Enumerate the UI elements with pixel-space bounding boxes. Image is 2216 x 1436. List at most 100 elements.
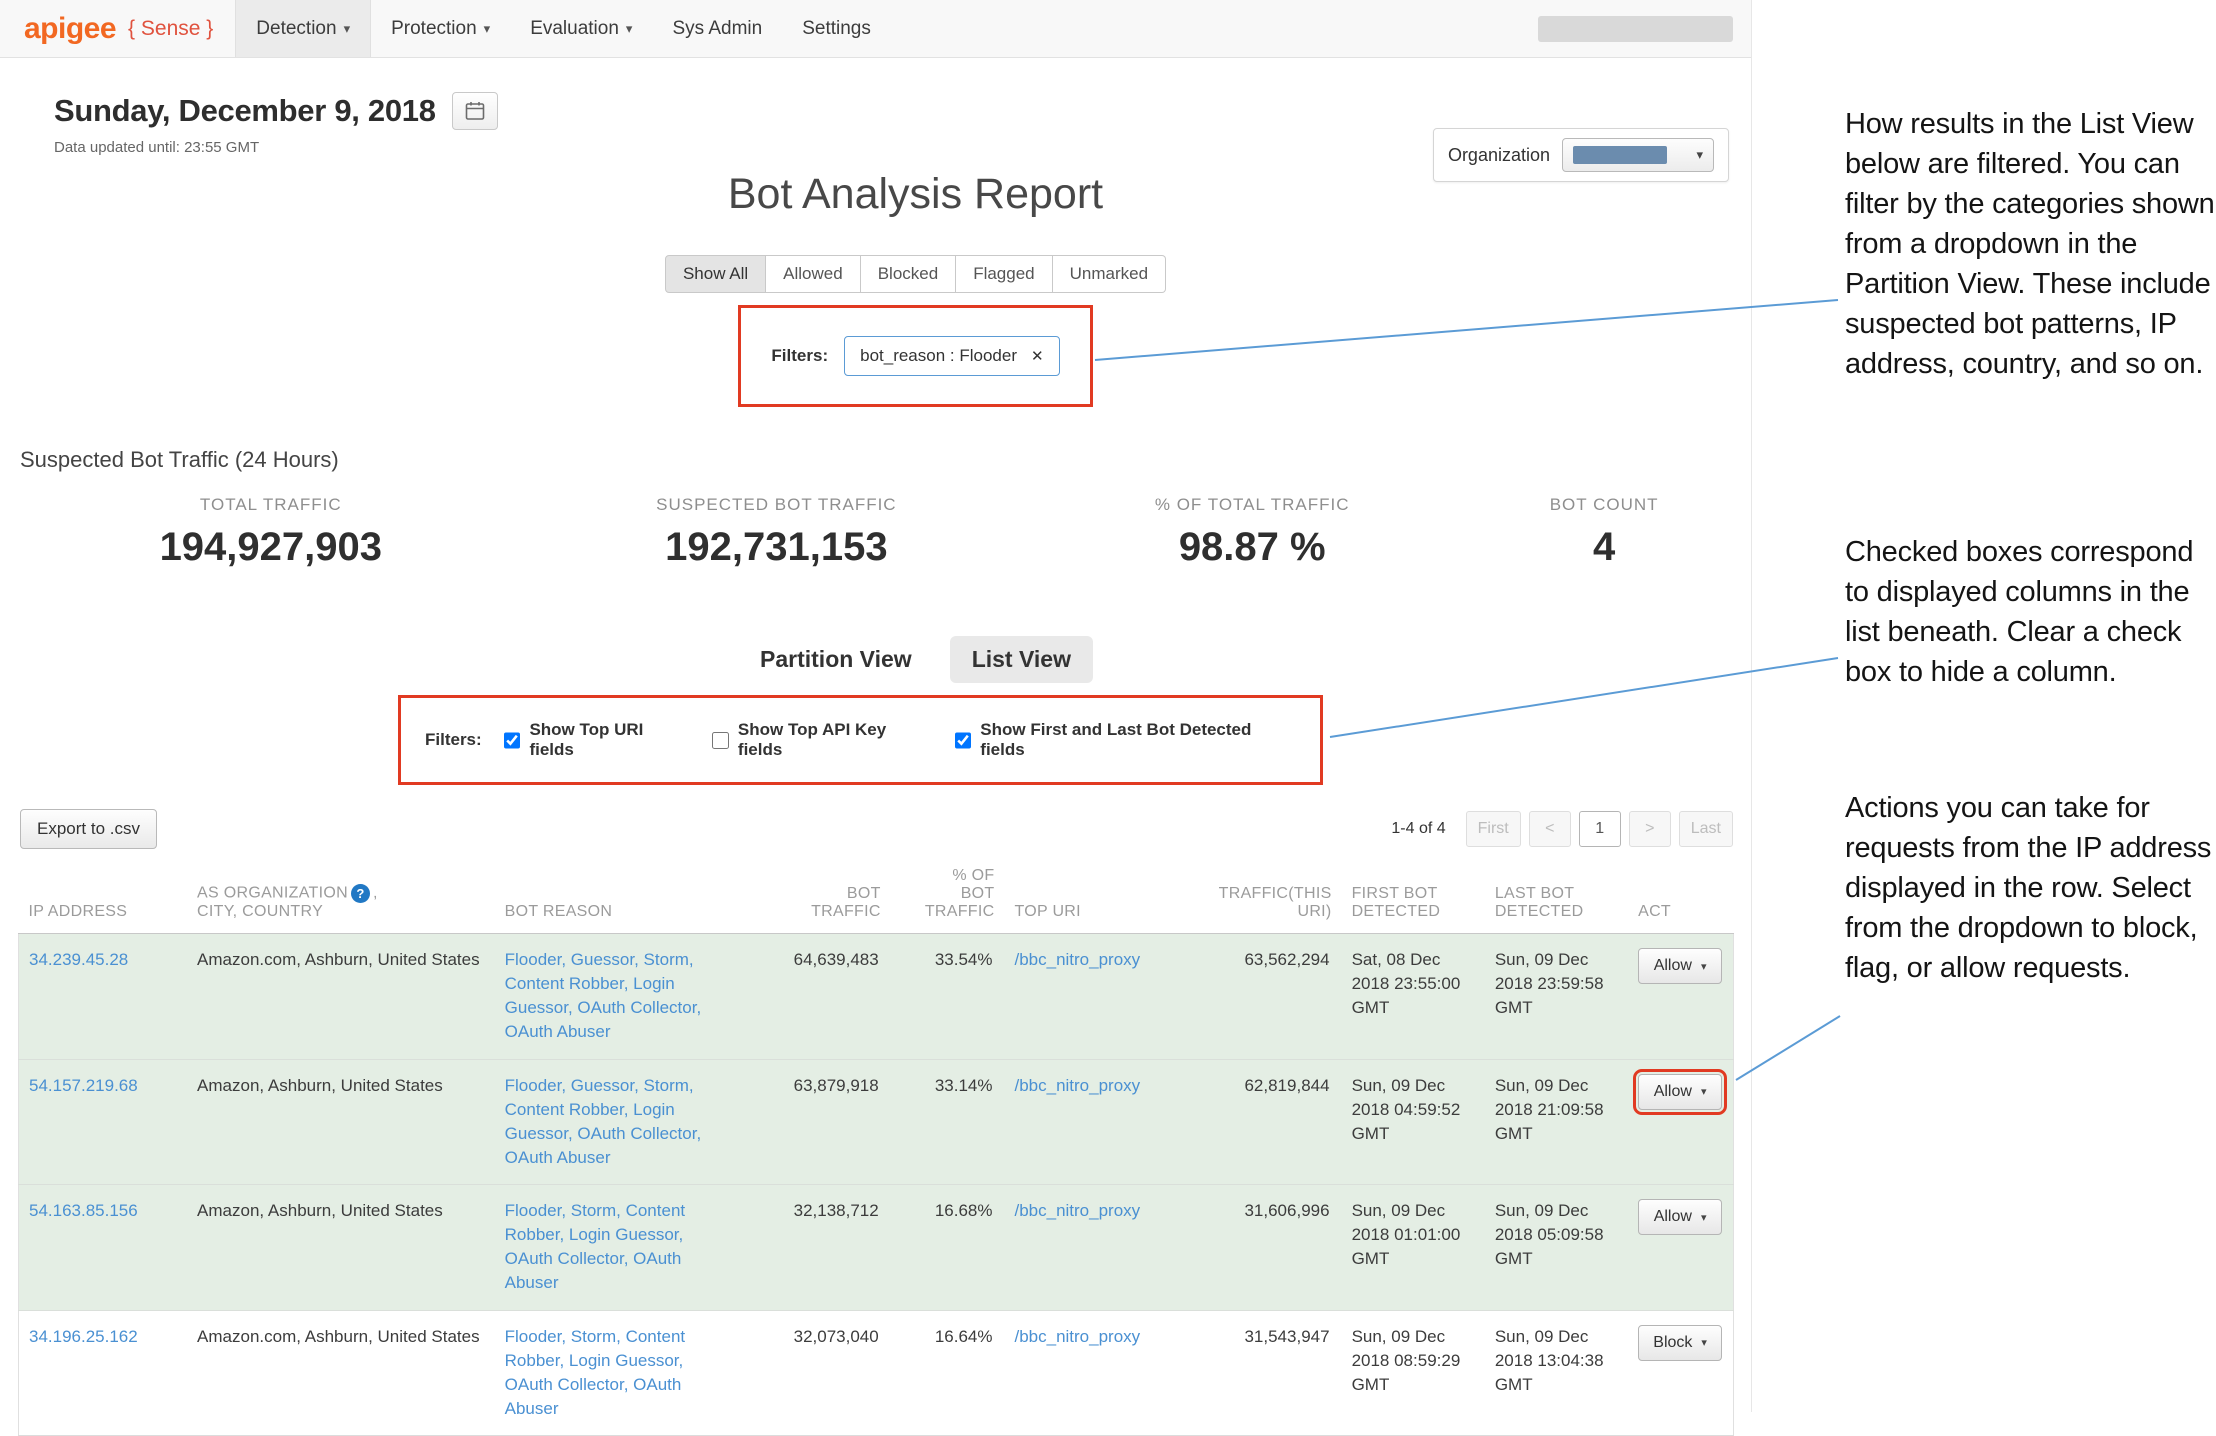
calendar-button[interactable] [452, 92, 498, 130]
filter-tag-bot-reason: bot_reason : Flooder ✕ [844, 336, 1059, 376]
last-detected-cell: Sun, 09 Dec 2018 13:04:38 GMT [1485, 1310, 1628, 1436]
bot-results-table: IP ADDRESS AS ORGANIZATION?, CITY, COUNT… [18, 859, 1734, 1436]
nav-item-sys-admin[interactable]: Sys Admin [652, 0, 782, 57]
pagination-page-1[interactable]: 1 [1579, 811, 1621, 847]
action-dropdown[interactable]: Allow▾ [1638, 948, 1722, 984]
table-toolbar: Export to .csv 1-4 of 4 First < 1 > Last [18, 809, 1733, 849]
page-title: Bot Analysis Report [58, 170, 1773, 219]
calendar-icon [465, 101, 485, 121]
first-detected-cell: Sun, 09 Dec 2018 04:59:52 GMT [1342, 1059, 1485, 1185]
caret-down-icon: ▾ [1701, 960, 1707, 973]
checkbox-first-last-detected[interactable] [955, 732, 972, 749]
table-header-row: IP ADDRESS AS ORGANIZATION?, CITY, COUNT… [19, 859, 1734, 934]
uri-traffic-cell: 31,606,996 [1181, 1185, 1341, 1311]
remove-filter-icon[interactable]: ✕ [1031, 347, 1044, 365]
header-text: AS ORGANIZATION [197, 885, 348, 902]
checkbox-api-key[interactable] [712, 732, 729, 749]
last-detected-cell: Sun, 09 Dec 2018 21:09:58 GMT [1485, 1059, 1628, 1185]
nav-item-detection[interactable]: Detection ▾ [235, 0, 371, 57]
annotation-checkbox-explanation: Checked boxes correspond to displayed co… [1845, 532, 2216, 692]
pct-bot-traffic-cell: 33.54% [891, 934, 1005, 1060]
help-icon[interactable]: ? [351, 884, 370, 903]
export-csv-button[interactable]: Export to .csv [20, 809, 157, 849]
first-detected-cell: Sat, 08 Dec 2018 23:55:00 GMT [1342, 934, 1485, 1060]
organization-label: Organization [1448, 145, 1550, 166]
bot-reason-links[interactable]: Flooder, Guessor, Storm, Content Robber,… [505, 1076, 702, 1167]
action-label: Block [1653, 1334, 1692, 1352]
top-uri-link[interactable]: /bbc_nitro_proxy [1014, 1076, 1140, 1095]
action-label: Allow [1654, 1208, 1692, 1226]
top-uri-link[interactable]: /bbc_nitro_proxy [1014, 1201, 1140, 1220]
view-switcher: Partition View List View [58, 636, 1773, 683]
nav-item-settings[interactable]: Settings [782, 0, 891, 57]
ip-address-link[interactable]: 54.157.219.68 [29, 1076, 138, 1095]
caret-down-icon: ▾ [1701, 1336, 1707, 1349]
first-detected-cell: Sun, 09 Dec 2018 01:01:00 GMT [1342, 1185, 1485, 1311]
checkbox-top-uri[interactable] [504, 732, 521, 749]
table-row: 34.239.45.28 Amazon.com, Ashburn, United… [19, 934, 1734, 1060]
as-organization-cell: Amazon.com, Ashburn, United States [187, 1310, 495, 1436]
main-content: Sunday, December 9, 2018 Data updated un… [0, 92, 1751, 1436]
bot-reason-links[interactable]: Flooder, Guessor, Storm, Content Robber,… [505, 950, 702, 1041]
apigee-logo[interactable]: apigee [24, 12, 116, 46]
uri-traffic-cell: 63,562,294 [1181, 934, 1341, 1060]
tab-partition-view[interactable]: Partition View [738, 636, 934, 683]
header-text: , [373, 885, 378, 902]
column-header-act: ACT [1628, 859, 1733, 934]
nav-item-evaluation[interactable]: Evaluation ▾ [510, 0, 652, 57]
column-header-bot-traffic: BOT TRAFFIC [724, 859, 890, 934]
action-label: Allow [1654, 1083, 1692, 1101]
stat-total-traffic: TOTAL TRAFFIC 194,927,903 [18, 495, 524, 570]
pagination-first-button[interactable]: First [1466, 811, 1521, 847]
status-tab-group: Show All Allowed Blocked Flagged Unmarke… [58, 255, 1773, 293]
action-dropdown[interactable]: Allow ▾ [1638, 1199, 1722, 1235]
bot-reason-links[interactable]: Flooder, Storm, Content Robber, Login Gu… [505, 1327, 685, 1418]
nav-item-protection[interactable]: Protection ▾ [371, 0, 510, 57]
page: apigee { Sense } Detection ▾ Protection … [0, 0, 2216, 1433]
stat-bot-count: BOT COUNT 4 [1475, 495, 1733, 570]
nav-label: Protection [391, 18, 477, 40]
header-text: CITY, COUNTRY [197, 903, 323, 920]
action-dropdown[interactable]: Block ▾ [1638, 1325, 1722, 1361]
ip-address-link[interactable]: 34.239.45.28 [29, 950, 128, 969]
table-row: 54.163.85.156 Amazon, Ashburn, United St… [19, 1185, 1734, 1311]
caret-down-icon: ▾ [1701, 1211, 1707, 1224]
annotation-actions-explanation: Actions you can take for requests from t… [1845, 788, 2216, 988]
last-detected-cell: Sun, 09 Dec 2018 23:59:58 GMT [1485, 934, 1628, 1060]
filter-tag-text: bot_reason : Flooder [860, 346, 1017, 366]
stat-suspected-bot-traffic: SUSPECTED BOT TRAFFIC 192,731,153 [524, 495, 1030, 570]
column-header-first-bot-detected: FIRST BOT DETECTED [1342, 859, 1485, 934]
column-header-last-bot-detected: LAST BOT DETECTED [1485, 859, 1628, 934]
stat-value: 98.87 % [1029, 525, 1475, 570]
tab-allowed[interactable]: Allowed [766, 255, 861, 293]
tab-flagged[interactable]: Flagged [956, 255, 1052, 293]
caret-down-icon: ▾ [1701, 1085, 1707, 1098]
account-redacted [1538, 16, 1733, 42]
bot-reason-links[interactable]: Flooder, Storm, Content Robber, Login Gu… [505, 1201, 685, 1292]
action-dropdown-highlighted[interactable]: Allow ▾ [1638, 1074, 1722, 1110]
organization-dropdown[interactable]: ▾ [1562, 138, 1714, 172]
uri-traffic-cell: 62,819,844 [1181, 1059, 1341, 1185]
pagination-last-button[interactable]: Last [1679, 811, 1733, 847]
organization-redacted-value [1573, 146, 1667, 164]
ip-address-link[interactable]: 54.163.85.156 [29, 1201, 138, 1220]
stat-label: SUSPECTED BOT TRAFFIC [524, 495, 1030, 515]
pagination-next-button[interactable]: > [1629, 811, 1671, 847]
nav-label: Evaluation [530, 18, 619, 40]
top-uri-link[interactable]: /bbc_nitro_proxy [1014, 1327, 1140, 1346]
tab-unmarked[interactable]: Unmarked [1053, 255, 1166, 293]
filter-checkbox-first-last-detected[interactable]: Show First and Last Bot Detected fields [955, 720, 1296, 760]
pct-bot-traffic-cell: 16.64% [891, 1310, 1005, 1436]
tab-blocked[interactable]: Blocked [861, 255, 956, 293]
ip-address-link[interactable]: 34.196.25.162 [29, 1327, 138, 1346]
table-row: 34.196.25.162 Amazon.com, Ashburn, Unite… [19, 1310, 1734, 1436]
top-uri-link[interactable]: /bbc_nitro_proxy [1014, 950, 1140, 969]
checkbox-label: Show First and Last Bot Detected fields [980, 720, 1296, 760]
pagination-prev-button[interactable]: < [1529, 811, 1571, 847]
filter-checkbox-api-key[interactable]: Show Top API Key fields [712, 720, 932, 760]
tab-list-view[interactable]: List View [950, 636, 1093, 683]
caret-down-icon: ▾ [1696, 147, 1703, 163]
pct-bot-traffic-cell: 16.68% [891, 1185, 1005, 1311]
filter-checkbox-top-uri[interactable]: Show Top URI fields [504, 720, 690, 760]
tab-show-all[interactable]: Show All [665, 255, 766, 293]
